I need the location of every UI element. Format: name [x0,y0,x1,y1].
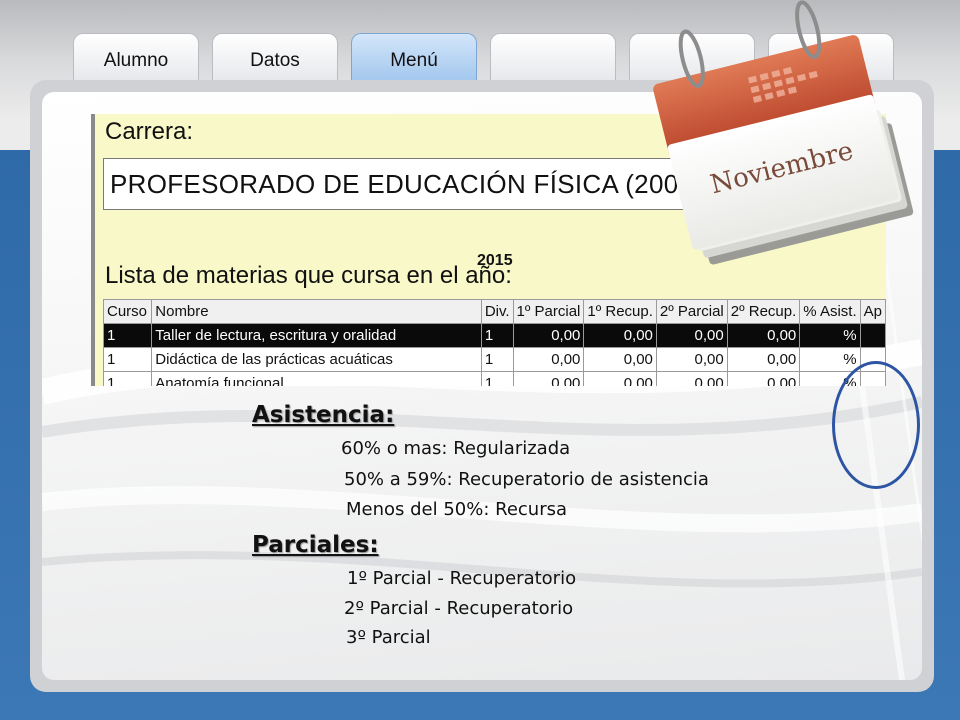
cell-curso: 1 [102,347,153,372]
cell-parcial-2: 0,00 [655,347,728,372]
calendar-icon: Noviembre [653,0,914,265]
parciales-title: Parciales: [252,532,379,558]
subjects-list-label: Lista de materias que cursa en el año: [105,262,512,289]
column-header: 1º Parcial [512,299,585,324]
cell-curso: 1 [102,371,153,386]
column-header: 2º Parcial [655,299,728,324]
asistencia-item: 60% o mas: Regularizada [341,438,571,459]
cell-recup-2: 0,00 [726,371,801,386]
cell-div: 1 [480,323,514,348]
cell-asistencia: % [799,347,861,372]
tab-alumno[interactable]: Alumno [73,33,199,85]
cell-parcial-1: 0,00 [512,323,585,348]
column-header: % Asist. [799,299,861,324]
cell-curso: 1 [102,323,153,348]
cell-recup-1: 0,00 [583,371,657,386]
cell-parcial-1: 0,00 [512,347,585,372]
subjects-table: Curso Nombre Div. 1º Parcial 1º Recup. 2… [102,299,886,386]
cell-recup-1: 0,00 [583,323,657,348]
column-header: Ap [859,299,886,324]
cell-asistencia: % [799,323,861,348]
asistencia-item: Menos del 50%: Recursa [346,499,568,520]
tab-blank-1[interactable] [490,33,616,85]
cell-nombre: Taller de lectura, escritura y oralidad [151,323,482,348]
table-row[interactable]: 1 Anatomía funcional 1 0,00 0,00 0,00 0,… [102,371,886,386]
cell-nombre: Didáctica de las prácticas acuáticas [151,347,482,372]
cell-recup-1: 0,00 [583,347,657,372]
table-row[interactable]: 1 Taller de lectura, escritura y oralida… [102,323,886,348]
parciales-item: 1º Parcial - Recuperatorio [347,568,577,589]
cell-ap [859,323,886,348]
cell-recup-2: 0,00 [726,347,801,372]
tab-menu[interactable]: Menú [351,33,477,85]
year-value: 2015 [477,252,513,269]
column-header: Nombre [151,299,482,324]
tab-label: Alumno [103,50,169,71]
cell-recup-2: 0,00 [726,323,801,348]
cell-div: 1 [480,347,514,372]
tab-datos[interactable]: Datos [212,33,338,85]
column-header: 2º Recup. [726,299,801,324]
column-header: Div. [480,299,514,324]
tab-label: Menú [390,50,438,71]
asistencia-item: 50% a 59%: Recuperatorio de asistencia [344,469,709,490]
table-row[interactable]: 1 Didáctica de las prácticas acuáticas 1… [102,347,886,372]
parciales-item: 2º Parcial - Recuperatorio [344,598,574,619]
parciales-item: 3º Parcial [346,627,431,648]
attendance-highlight-circle [832,361,920,489]
career-label: Carrera: [105,118,194,145]
tab-label: Datos [250,50,300,71]
cell-parcial-1: 0,00 [512,371,585,386]
table-header-row: Curso Nombre Div. 1º Parcial 1º Recup. 2… [102,299,886,324]
cell-nombre: Anatomía funcional [151,371,482,386]
column-header: Curso [102,299,153,324]
cell-parcial-2: 0,00 [655,371,728,386]
cell-parcial-2: 0,00 [655,323,728,348]
asistencia-title: Asistencia: [252,402,395,428]
column-header: 1º Recup. [583,299,657,324]
cell-div: 1 [480,371,514,386]
